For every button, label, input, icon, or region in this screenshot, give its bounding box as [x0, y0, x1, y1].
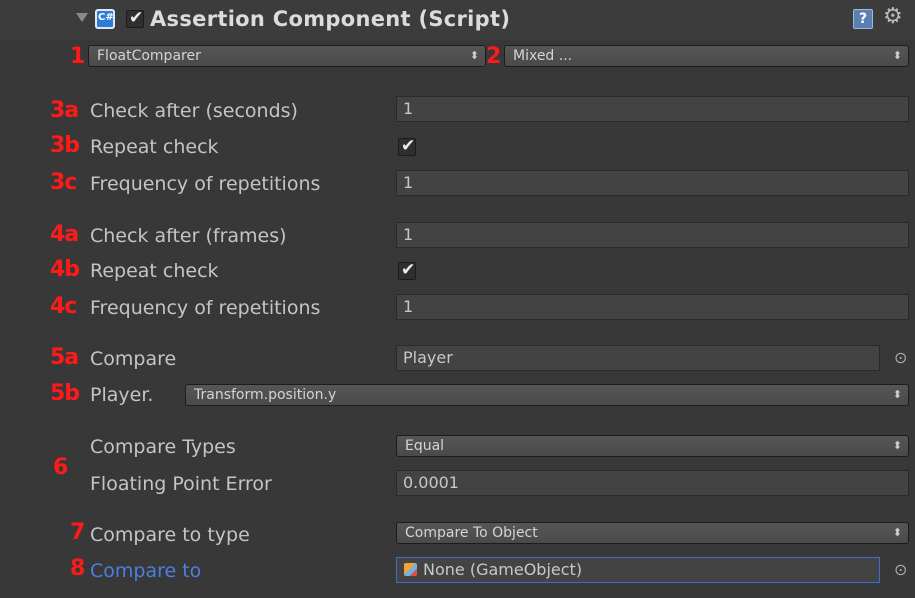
check-after-seconds-field[interactable]: 1 — [396, 96, 909, 122]
floating-point-error-field[interactable]: 0.0001 — [396, 470, 909, 496]
compare-path-dropdown[interactable]: Transform.position.y ⬍ — [185, 384, 909, 406]
chevron-updown-icon: ⬍ — [892, 388, 902, 401]
compare-to-object-field[interactable]: None (GameObject) — [396, 557, 880, 583]
marker-8: 8 — [70, 556, 85, 581]
repeat-check-frames-checkbox[interactable] — [398, 260, 416, 280]
gear-icon[interactable]: ⚙ — [883, 4, 903, 29]
marker-5a: 5a — [50, 345, 79, 370]
marker-2: 2 — [486, 44, 501, 69]
comparer-dropdown[interactable]: FloatComparer ⬍ — [88, 45, 486, 67]
repeat-check-seconds-checkbox[interactable] — [398, 136, 416, 156]
compare-to-label: Compare to — [90, 560, 202, 582]
object-picker-icon[interactable]: ⊙ — [894, 560, 907, 579]
check-methods-value: Mixed ... — [513, 48, 573, 64]
compare-to-value: None (GameObject) — [423, 560, 583, 579]
compare-to-type-label: Compare to type — [90, 524, 250, 546]
frequency-seconds-field[interactable]: 1 — [396, 170, 909, 196]
marker-4a: 4a — [50, 222, 79, 247]
marker-1: 1 — [70, 44, 85, 69]
floating-point-error-label: Floating Point Error — [90, 473, 272, 495]
chevron-updown-icon: ⬍ — [892, 49, 902, 62]
compare-types-label: Compare Types — [90, 436, 236, 458]
compare-to-type-dropdown[interactable]: Compare To Object ⬍ — [396, 522, 909, 544]
comparer-value: FloatComparer — [97, 48, 201, 64]
compare-types-dropdown[interactable]: Equal ⬍ — [396, 435, 909, 457]
check-after-frames-field[interactable]: 1 — [396, 222, 909, 248]
compare-path-label: Player. — [90, 384, 154, 406]
marker-6: 6 — [53, 455, 68, 480]
repeat-check-seconds-label: Repeat check — [90, 136, 219, 158]
gameobject-cube-icon — [404, 563, 417, 576]
compare-path-value: Transform.position.y — [194, 387, 337, 403]
marker-4c: 4c — [50, 294, 77, 319]
compare-to-type-value: Compare To Object — [405, 525, 538, 541]
compare-label: Compare — [90, 348, 177, 370]
marker-3a: 3a — [50, 98, 79, 123]
foldout-triangle-icon[interactable] — [76, 13, 88, 22]
compare-object-field[interactable]: Player — [396, 345, 880, 371]
marker-4b: 4b — [50, 257, 80, 282]
help-icon[interactable]: ? — [853, 9, 873, 29]
chevron-updown-icon: ⬍ — [892, 526, 902, 539]
marker-5b: 5b — [50, 381, 80, 406]
frequency-frames-label: Frequency of repetitions — [90, 297, 321, 319]
frequency-seconds-label: Frequency of repetitions — [90, 173, 321, 195]
check-after-seconds-label: Check after (seconds) — [90, 100, 298, 122]
chevron-updown-icon: ⬍ — [892, 439, 902, 452]
compare-types-value: Equal — [405, 438, 445, 454]
component-enabled-checkbox[interactable] — [126, 8, 144, 28]
repeat-check-frames-label: Repeat check — [90, 260, 219, 282]
marker-3c: 3c — [50, 170, 77, 195]
chevron-updown-icon: ⬍ — [469, 49, 479, 62]
marker-3b: 3b — [50, 133, 80, 158]
frequency-frames-field[interactable]: 1 — [396, 294, 909, 320]
check-after-frames-label: Check after (frames) — [90, 225, 287, 247]
object-picker-icon[interactable]: ⊙ — [894, 348, 907, 367]
marker-7: 7 — [70, 520, 85, 545]
csharp-script-icon — [95, 9, 115, 29]
component-title: Assertion Component (Script) — [150, 7, 511, 31]
check-methods-dropdown[interactable]: Mixed ... ⬍ — [504, 45, 909, 67]
